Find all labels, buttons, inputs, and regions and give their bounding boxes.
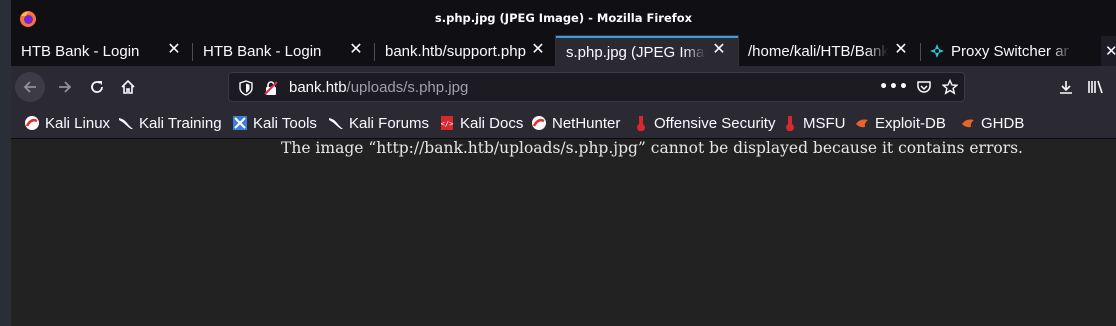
tab-home-kali-htb-bank[interactable]: /home/kali/HTB/Bank ✕ xyxy=(738,36,920,66)
bookmark-kali-docs[interactable]: </> Kali Docs xyxy=(439,114,524,132)
home-button[interactable] xyxy=(113,74,143,100)
downloads-button[interactable] xyxy=(1051,74,1081,100)
library-button[interactable] xyxy=(1081,74,1111,100)
tab-close-icon[interactable]: ✕ xyxy=(167,42,181,58)
offsec-icon xyxy=(637,116,645,131)
url-path: /uploads/s.php.jpg xyxy=(346,79,469,96)
bookmark-label: Exploit-DB xyxy=(875,114,946,132)
bookmark-kali-tools[interactable]: Kali Tools xyxy=(232,114,317,132)
offsec-icon xyxy=(786,116,794,131)
bookmark-exploit-db[interactable]: Exploit-DB xyxy=(854,114,946,132)
shield-icon[interactable] xyxy=(238,80,254,96)
kali-linux-icon xyxy=(25,116,39,130)
window-title: s.php.jpg (JPEG Image) - Mozilla Firefox xyxy=(434,11,693,25)
reload-button[interactable] xyxy=(82,74,112,100)
bookmark-kali-forums[interactable]: Kali Forums xyxy=(328,114,429,132)
tab-overflow-next[interactable]: ✕ xyxy=(1101,36,1116,66)
kali-linux-icon xyxy=(532,116,546,130)
tab-htb-bank-login-1[interactable]: HTB Bank - Login ✕ xyxy=(11,36,193,66)
star-icon xyxy=(942,79,958,95)
url-bar[interactable]: bank.htb/uploads/s.php.jpg ••• xyxy=(228,72,965,102)
tab-close-icon[interactable]: ✕ xyxy=(531,42,545,58)
proxy-switcher-icon xyxy=(930,44,944,58)
page-actions-button[interactable]: ••• xyxy=(879,78,908,96)
bookmark-nethunter[interactable]: NetHunter xyxy=(531,114,620,132)
browser-window: s.php.jpg (JPEG Image) - Mozilla Firefox… xyxy=(11,0,1116,326)
bookmark-msfu[interactable]: MSFU xyxy=(782,114,846,132)
back-button[interactable] xyxy=(15,72,45,102)
bookmark-star-button[interactable] xyxy=(941,78,959,96)
more-dots-icon: ••• xyxy=(879,79,909,95)
bookmarks-toolbar: Kali Linux Kali Training Kali Tools Kali… xyxy=(11,108,1116,139)
home-icon xyxy=(121,79,135,94)
tab-label-fade xyxy=(1051,36,1073,66)
tab-proxy-switcher[interactable]: Proxy Switcher and xyxy=(921,36,1101,66)
bookmark-offensive-security[interactable]: Offensive Security xyxy=(633,114,775,132)
forward-button[interactable] xyxy=(50,74,80,100)
bookmark-label: Kali Training xyxy=(139,114,222,132)
tab-htb-bank-login-2[interactable]: HTB Bank - Login ✕ xyxy=(193,36,374,66)
kali-dragon-icon xyxy=(119,118,133,129)
bookmark-label: Kali Forums xyxy=(349,114,430,132)
tab-strip: HTB Bank - Login ✕ HTB Bank - Login ✕ ba… xyxy=(11,36,1116,68)
bookmark-label: MSFU xyxy=(803,114,846,132)
desktop-background-left xyxy=(0,0,11,326)
insecure-lock-icon[interactable] xyxy=(263,80,279,96)
tab-support-php[interactable]: bank.htb/support.php ✕ xyxy=(375,36,556,66)
url-host: bank.htb xyxy=(289,79,347,96)
bookmark-label: Kali Linux xyxy=(45,114,111,132)
bookmark-ghdb[interactable]: GHDB xyxy=(960,114,1024,132)
tab-label: bank.htb/support.php xyxy=(385,42,526,60)
tab-s-php-jpg[interactable]: s.php.jpg (JPEG Image) ✕ xyxy=(556,36,738,68)
bookmark-label: Kali Tools xyxy=(253,114,317,132)
kali-docs-icon: </> xyxy=(441,116,454,130)
pocket-icon xyxy=(917,81,931,93)
bookmark-kali-training[interactable]: Kali Training xyxy=(118,114,222,132)
bookmark-label: Offensive Security xyxy=(654,114,776,132)
reload-icon xyxy=(91,81,103,93)
bookmark-label: GHDB xyxy=(981,114,1025,132)
kali-dragon-icon xyxy=(329,118,343,129)
tab-close-icon[interactable]: ✕ xyxy=(712,42,726,58)
arrow-right-icon xyxy=(59,81,72,93)
tab-label: HTB Bank - Login xyxy=(203,42,322,60)
bookmark-label: NetHunter xyxy=(552,114,621,132)
svg-text:</>: </> xyxy=(441,120,454,128)
tab-close-icon[interactable]: ✕ xyxy=(894,42,908,58)
pocket-button[interactable] xyxy=(915,78,933,96)
navigation-toolbar: bank.htb/uploads/s.php.jpg ••• xyxy=(11,66,1116,108)
library-icon xyxy=(1088,80,1103,94)
bookmark-label: Kali Docs xyxy=(460,114,524,132)
tab-label-fade xyxy=(866,36,888,66)
title-bar: s.php.jpg (JPEG Image) - Mozilla Firefox xyxy=(11,0,1116,36)
tab-label: HTB Bank - Login xyxy=(21,42,140,60)
exploit-db-icon xyxy=(856,119,868,128)
bookmark-kali-linux[interactable]: Kali Linux xyxy=(24,114,110,132)
tab-label-fade xyxy=(684,38,706,68)
close-icon: ✕ xyxy=(1105,43,1116,60)
image-error-message: The image “http://bank.htb/uploads/s.php… xyxy=(281,139,1023,157)
exploit-db-icon xyxy=(962,119,974,128)
arrow-left-icon xyxy=(23,81,36,93)
url-text[interactable]: bank.htb/uploads/s.php.jpg xyxy=(289,79,468,96)
kali-tools-icon xyxy=(233,116,247,130)
page-content: The image “http://bank.htb/uploads/s.php… xyxy=(11,139,1116,326)
download-icon xyxy=(1060,81,1072,94)
tab-close-icon[interactable]: ✕ xyxy=(349,42,363,58)
